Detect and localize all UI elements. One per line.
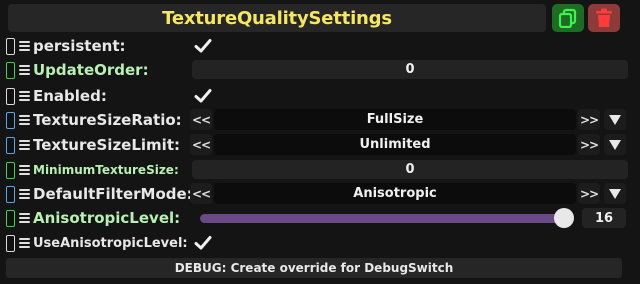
property-label: TextureSizeLimit: xyxy=(33,136,180,154)
override-flag[interactable] xyxy=(6,87,15,105)
property-label: UseAnisotropicLevel: xyxy=(33,235,188,251)
enum-next-button[interactable]: >> xyxy=(578,183,600,204)
override-flag[interactable] xyxy=(6,161,15,179)
component-title: TextureQualitySettings xyxy=(162,7,392,29)
chevron-down-icon xyxy=(609,114,621,125)
update-order-input[interactable]: 0 xyxy=(192,60,628,79)
checkbox-use-anisotropic-level[interactable] xyxy=(194,234,212,252)
texture-size-limit-value[interactable]: Unlimited xyxy=(214,134,576,155)
hamburger-menu-icon[interactable] xyxy=(19,65,30,75)
property-row-enabled: Enabled: xyxy=(6,84,630,108)
chevron-down-icon xyxy=(609,139,621,150)
property-row-texture-size-limit: TextureSizeLimit: << Unlimited >> xyxy=(6,133,630,157)
checkbox-persistent[interactable] xyxy=(194,37,212,55)
property-label: persistent: xyxy=(33,37,126,55)
property-row-persistent: persistent: xyxy=(6,34,630,58)
default-filter-mode-value[interactable]: Anisotropic xyxy=(214,183,576,204)
minimum-texture-size-input[interactable]: 0 xyxy=(192,160,628,179)
hamburger-menu-icon[interactable] xyxy=(19,91,30,101)
anisotropic-level-slider-thumb[interactable] xyxy=(554,208,575,228)
component-title-bar: TextureQualitySettings xyxy=(8,4,546,32)
override-flag[interactable] xyxy=(6,136,15,154)
property-label: TextureSizeRatio: xyxy=(33,111,182,129)
enum-next-button[interactable]: >> xyxy=(578,109,600,130)
override-flag[interactable] xyxy=(6,209,15,227)
enum-prev-button[interactable]: << xyxy=(190,134,212,155)
property-row-use-anisotropic-level: UseAnisotropicLevel: xyxy=(6,231,630,255)
property-label: MinimumTextureSize: xyxy=(33,163,179,177)
delete-button[interactable] xyxy=(588,4,620,32)
override-flag[interactable] xyxy=(6,111,15,129)
copy-button[interactable] xyxy=(552,4,584,32)
property-label: AnisotropicLevel: xyxy=(33,209,181,227)
anisotropic-level-slider-track[interactable] xyxy=(200,214,568,223)
override-flag[interactable] xyxy=(6,61,15,79)
property-row-minimum-texture-size: MinimumTextureSize: 0 xyxy=(6,158,630,182)
override-flag[interactable] xyxy=(6,234,15,252)
anisotropic-level-value[interactable]: 16 xyxy=(582,208,626,228)
property-row-anisotropic-level: AnisotropicLevel: 16 xyxy=(6,206,630,230)
copy-icon xyxy=(558,8,577,28)
property-row-update-order: UpdateOrder: 0 xyxy=(6,58,630,82)
enum-dropdown-button[interactable] xyxy=(604,134,626,155)
hamburger-menu-icon[interactable] xyxy=(19,213,30,223)
property-row-texture-size-ratio: TextureSizeRatio: << FullSize >> xyxy=(6,108,630,132)
texture-size-ratio-value[interactable]: FullSize xyxy=(214,109,576,130)
property-label: DefaultFilterMode: xyxy=(33,185,193,203)
enum-prev-button[interactable]: << xyxy=(190,109,212,130)
trash-icon xyxy=(596,8,612,27)
override-flag[interactable] xyxy=(6,185,15,203)
hamburger-menu-icon[interactable] xyxy=(19,41,30,51)
hamburger-menu-icon[interactable] xyxy=(19,115,30,125)
property-label: Enabled: xyxy=(33,87,107,105)
hamburger-menu-icon[interactable] xyxy=(19,165,30,175)
override-flag[interactable] xyxy=(6,37,15,55)
enum-dropdown-button[interactable] xyxy=(604,183,626,204)
enum-prev-button[interactable]: << xyxy=(190,183,212,204)
debug-override-button[interactable]: DEBUG: Create override for DebugSwitch xyxy=(6,258,622,278)
property-label: UpdateOrder: xyxy=(33,61,149,79)
chevron-down-icon xyxy=(609,188,621,199)
hamburger-menu-icon[interactable] xyxy=(19,140,30,150)
checkbox-enabled[interactable] xyxy=(194,87,212,105)
enum-next-button[interactable]: >> xyxy=(578,134,600,155)
hamburger-menu-icon[interactable] xyxy=(19,238,30,248)
property-row-default-filter-mode: DefaultFilterMode: << Anisotropic >> xyxy=(6,182,630,206)
enum-dropdown-button[interactable] xyxy=(604,109,626,130)
hamburger-menu-icon[interactable] xyxy=(19,189,30,199)
